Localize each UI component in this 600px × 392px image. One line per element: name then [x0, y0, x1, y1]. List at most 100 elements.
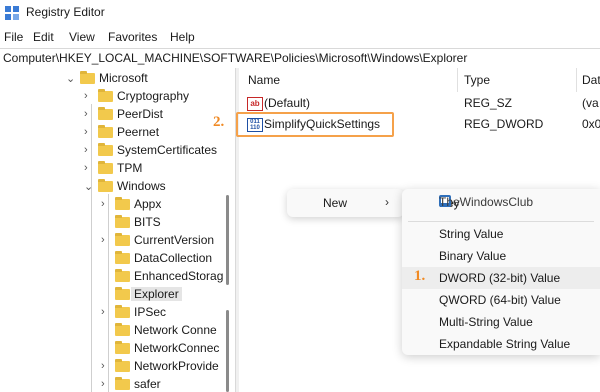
tree-item-datacollection[interactable]: DataCollection [101, 250, 226, 268]
tree-item-label: safer [134, 377, 161, 391]
chevron-right-icon[interactable]: › [101, 360, 111, 372]
tree-item-label: PeerDist [117, 107, 164, 121]
submenu-item-label: QWORD (64-bit) Value [439, 293, 561, 307]
folder-icon [98, 107, 113, 120]
chevron-right-icon[interactable]: › [84, 162, 94, 174]
folder-icon [115, 287, 130, 300]
column-header-type[interactable]: Type [464, 73, 490, 87]
new-submenu: Key TheWindowsClub String Value Binary V… [402, 189, 600, 355]
folder-icon [98, 143, 113, 156]
tree-item-cryptography[interactable]: › Cryptography [84, 88, 226, 106]
context-menu-new-label: New [323, 196, 348, 210]
submenu-item-label: Expandable String Value [439, 337, 571, 351]
chevron-down-icon[interactable]: ⌄ [66, 72, 76, 85]
table-row[interactable]: ab (Default) REG_SZ (va [239, 93, 600, 113]
tree-item-ipsec[interactable]: › IPSec [101, 304, 226, 322]
tree-item-bits[interactable]: BITS [101, 214, 226, 232]
submenu-item-multi-string-value[interactable]: Multi-String Value [402, 311, 600, 333]
column-header-data[interactable]: Dat [582, 73, 600, 87]
tree-item-networkprovide[interactable]: › NetworkProvide [101, 358, 226, 376]
tree-item-microsoft[interactable]: ⌄ Microsoft [66, 70, 226, 88]
tree-item-label: Peernet [117, 125, 160, 139]
folder-icon [98, 179, 113, 192]
submenu-item-string-value[interactable]: String Value [402, 223, 600, 245]
submenu-item-qword-value[interactable]: QWORD (64-bit) Value [402, 289, 600, 311]
tree-item-label: Cryptography [117, 89, 190, 103]
tree-item-peernet[interactable]: › Peernet [84, 124, 226, 142]
tree-item-windows[interactable]: ⌄ Windows [84, 178, 226, 196]
tree-item-safer[interactable]: › safer [101, 376, 226, 392]
tree-item-label: BITS [134, 215, 161, 229]
tree-item-label: TPM [117, 161, 143, 175]
string-value-icon: ab [247, 97, 263, 111]
tree-item-tpm[interactable]: › TPM [84, 160, 226, 178]
folder-icon [115, 359, 130, 372]
submenu-item-expandable-string-value[interactable]: Expandable String Value [402, 333, 600, 355]
address-bar[interactable]: Computer\HKEY_LOCAL_MACHINE\SOFTWARE\Pol… [0, 48, 600, 69]
chevron-right-icon[interactable]: › [101, 378, 111, 390]
tree-item-label: Network Conne [134, 323, 217, 337]
submenu-item-key[interactable]: Key TheWindowsClub [402, 191, 600, 215]
tree-item-label: IPSec [134, 305, 167, 319]
folder-icon [98, 89, 113, 102]
highlight-outline [236, 112, 394, 137]
chevron-down-icon[interactable]: ⌄ [84, 180, 94, 193]
menu-separator [408, 221, 594, 222]
step-marker-2: 2. [213, 114, 225, 130]
chevron-right-icon[interactable]: › [101, 234, 111, 246]
tree-item-label: Microsoft [99, 71, 148, 85]
tree-item-label: SystemCertificates [117, 143, 218, 157]
chevron-right-icon[interactable]: › [84, 90, 94, 102]
submenu-item-dword-value[interactable]: DWORD (32-bit) Value [402, 267, 600, 289]
tree-scrollbar-thumb[interactable] [226, 195, 229, 285]
submenu-item-label: Binary Value [439, 249, 507, 263]
tree-item-peerdist[interactable]: › PeerDist [84, 106, 226, 124]
tree-item-enhancedstorage[interactable]: EnhancedStorag [101, 268, 226, 286]
tree-item-currentversion[interactable]: › CurrentVersion [101, 232, 226, 250]
folder-icon [115, 341, 130, 354]
menu-view[interactable]: View [69, 30, 95, 44]
menu-file[interactable]: File [4, 30, 23, 44]
title-bar: Registry Editor [0, 0, 600, 26]
context-menu-new[interactable]: New › [287, 189, 404, 217]
value-type: REG_DWORD [464, 117, 544, 131]
folder-icon [115, 215, 130, 228]
column-header-name[interactable]: Name [248, 73, 280, 87]
menu-favorites[interactable]: Favorites [108, 30, 157, 44]
submenu-item-binary-value[interactable]: Binary Value [402, 245, 600, 267]
column-separator[interactable] [576, 68, 577, 92]
tree-item-appx[interactable]: › Appx [101, 196, 226, 214]
tree-item-systemcertificates[interactable]: › SystemCertificates [84, 142, 226, 160]
tree-item-explorer[interactable]: Explorer [101, 286, 226, 304]
value-data: (va [582, 96, 599, 110]
chevron-right-icon[interactable]: › [84, 126, 94, 138]
tree-item-label: Explorer [131, 287, 182, 301]
chevron-right-icon[interactable]: › [84, 108, 94, 120]
address-path[interactable]: Computer\HKEY_LOCAL_MACHINE\SOFTWARE\Pol… [3, 51, 467, 65]
submenu-item-label: DWORD (32-bit) Value [439, 271, 561, 285]
chevron-right-icon[interactable]: › [84, 144, 94, 156]
menu-help[interactable]: Help [170, 30, 195, 44]
tree-item-label: Windows [117, 179, 166, 193]
tree-item-label: CurrentVersion [134, 233, 215, 247]
tree-scrollbar-thumb-lower[interactable] [226, 310, 229, 392]
tree-item-label: DataCollection [134, 251, 213, 265]
value-data: 0x0 [582, 117, 600, 131]
folder-icon [115, 305, 130, 318]
folder-icon [98, 161, 113, 174]
folder-icon [115, 197, 130, 210]
tree-item-label: EnhancedStorag [134, 269, 224, 283]
folder-icon [115, 269, 130, 282]
tree-item-networkconnec[interactable]: NetworkConnec [101, 340, 226, 358]
column-separator[interactable] [457, 68, 458, 92]
chevron-right-icon[interactable]: › [101, 306, 111, 318]
folder-icon [115, 251, 130, 264]
tree-item-label: Appx [134, 197, 162, 211]
menu-edit[interactable]: Edit [33, 30, 54, 44]
folder-icon [115, 323, 130, 336]
tree-item-network-conne[interactable]: Network Conne [101, 322, 226, 340]
menu-bar: File Edit View Favorites Help [0, 27, 600, 47]
value-type: REG_SZ [464, 96, 513, 110]
registry-app-icon [5, 6, 19, 20]
chevron-right-icon[interactable]: › [101, 198, 111, 210]
